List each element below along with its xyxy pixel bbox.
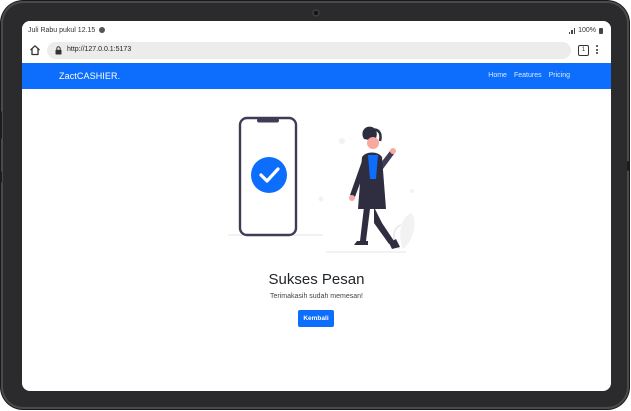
status-time: Juli Rabu pukul 12.15 <box>28 27 106 34</box>
status-indicators: 100% <box>568 27 603 34</box>
brand-logo[interactable]: ZactCASHIER. <box>59 71 120 81</box>
back-button[interactable]: Kembali <box>298 310 334 327</box>
decor-dot <box>318 196 324 202</box>
decor-dot <box>410 189 414 193</box>
url-text: http://127.0.0.1:5173 <box>67 46 132 53</box>
browser-toolbar: http://127.0.0.1:5173 1 <box>22 39 611 63</box>
tablet-frame: Juli Rabu pukul 12.15 100% http://127.0.… <box>0 1 630 409</box>
success-message: Terimakasih sudah memesan! <box>270 293 363 300</box>
status-bar: Juli Rabu pukul 12.15 100% <box>22 21 611 39</box>
success-illustration <box>228 116 415 253</box>
status-time-text: Juli Rabu pukul 12.15 <box>28 27 96 34</box>
more-icon[interactable] <box>596 45 599 56</box>
nav-link-home[interactable]: Home <box>488 72 507 79</box>
tabs-icon[interactable]: 1 <box>578 45 589 56</box>
home-icon[interactable] <box>29 44 41 56</box>
battery-icon <box>599 27 603 34</box>
screen: Juli Rabu pukul 12.15 100% http://127.0.… <box>22 21 611 391</box>
phone-icon <box>238 116 298 237</box>
nav-links: Home Features Pricing <box>488 72 570 79</box>
address-bar[interactable]: http://127.0.0.1:5173 <box>47 42 571 59</box>
notification-icon <box>99 27 106 33</box>
page-title: Sukses Pesan <box>268 271 365 288</box>
volume-button <box>0 111 2 139</box>
front-camera <box>312 9 320 17</box>
decor-dot <box>339 138 345 144</box>
person-icon <box>349 126 400 249</box>
navbar: ZactCASHIER. Home Features Pricing <box>22 63 611 89</box>
nav-link-pricing[interactable]: Pricing <box>549 72 570 79</box>
power-button <box>0 171 2 183</box>
lock-icon <box>55 46 62 55</box>
battery-level: 100% <box>578 27 596 34</box>
nav-link-features[interactable]: Features <box>514 72 542 79</box>
signal-icon <box>568 27 576 34</box>
side-sensor <box>627 161 630 171</box>
